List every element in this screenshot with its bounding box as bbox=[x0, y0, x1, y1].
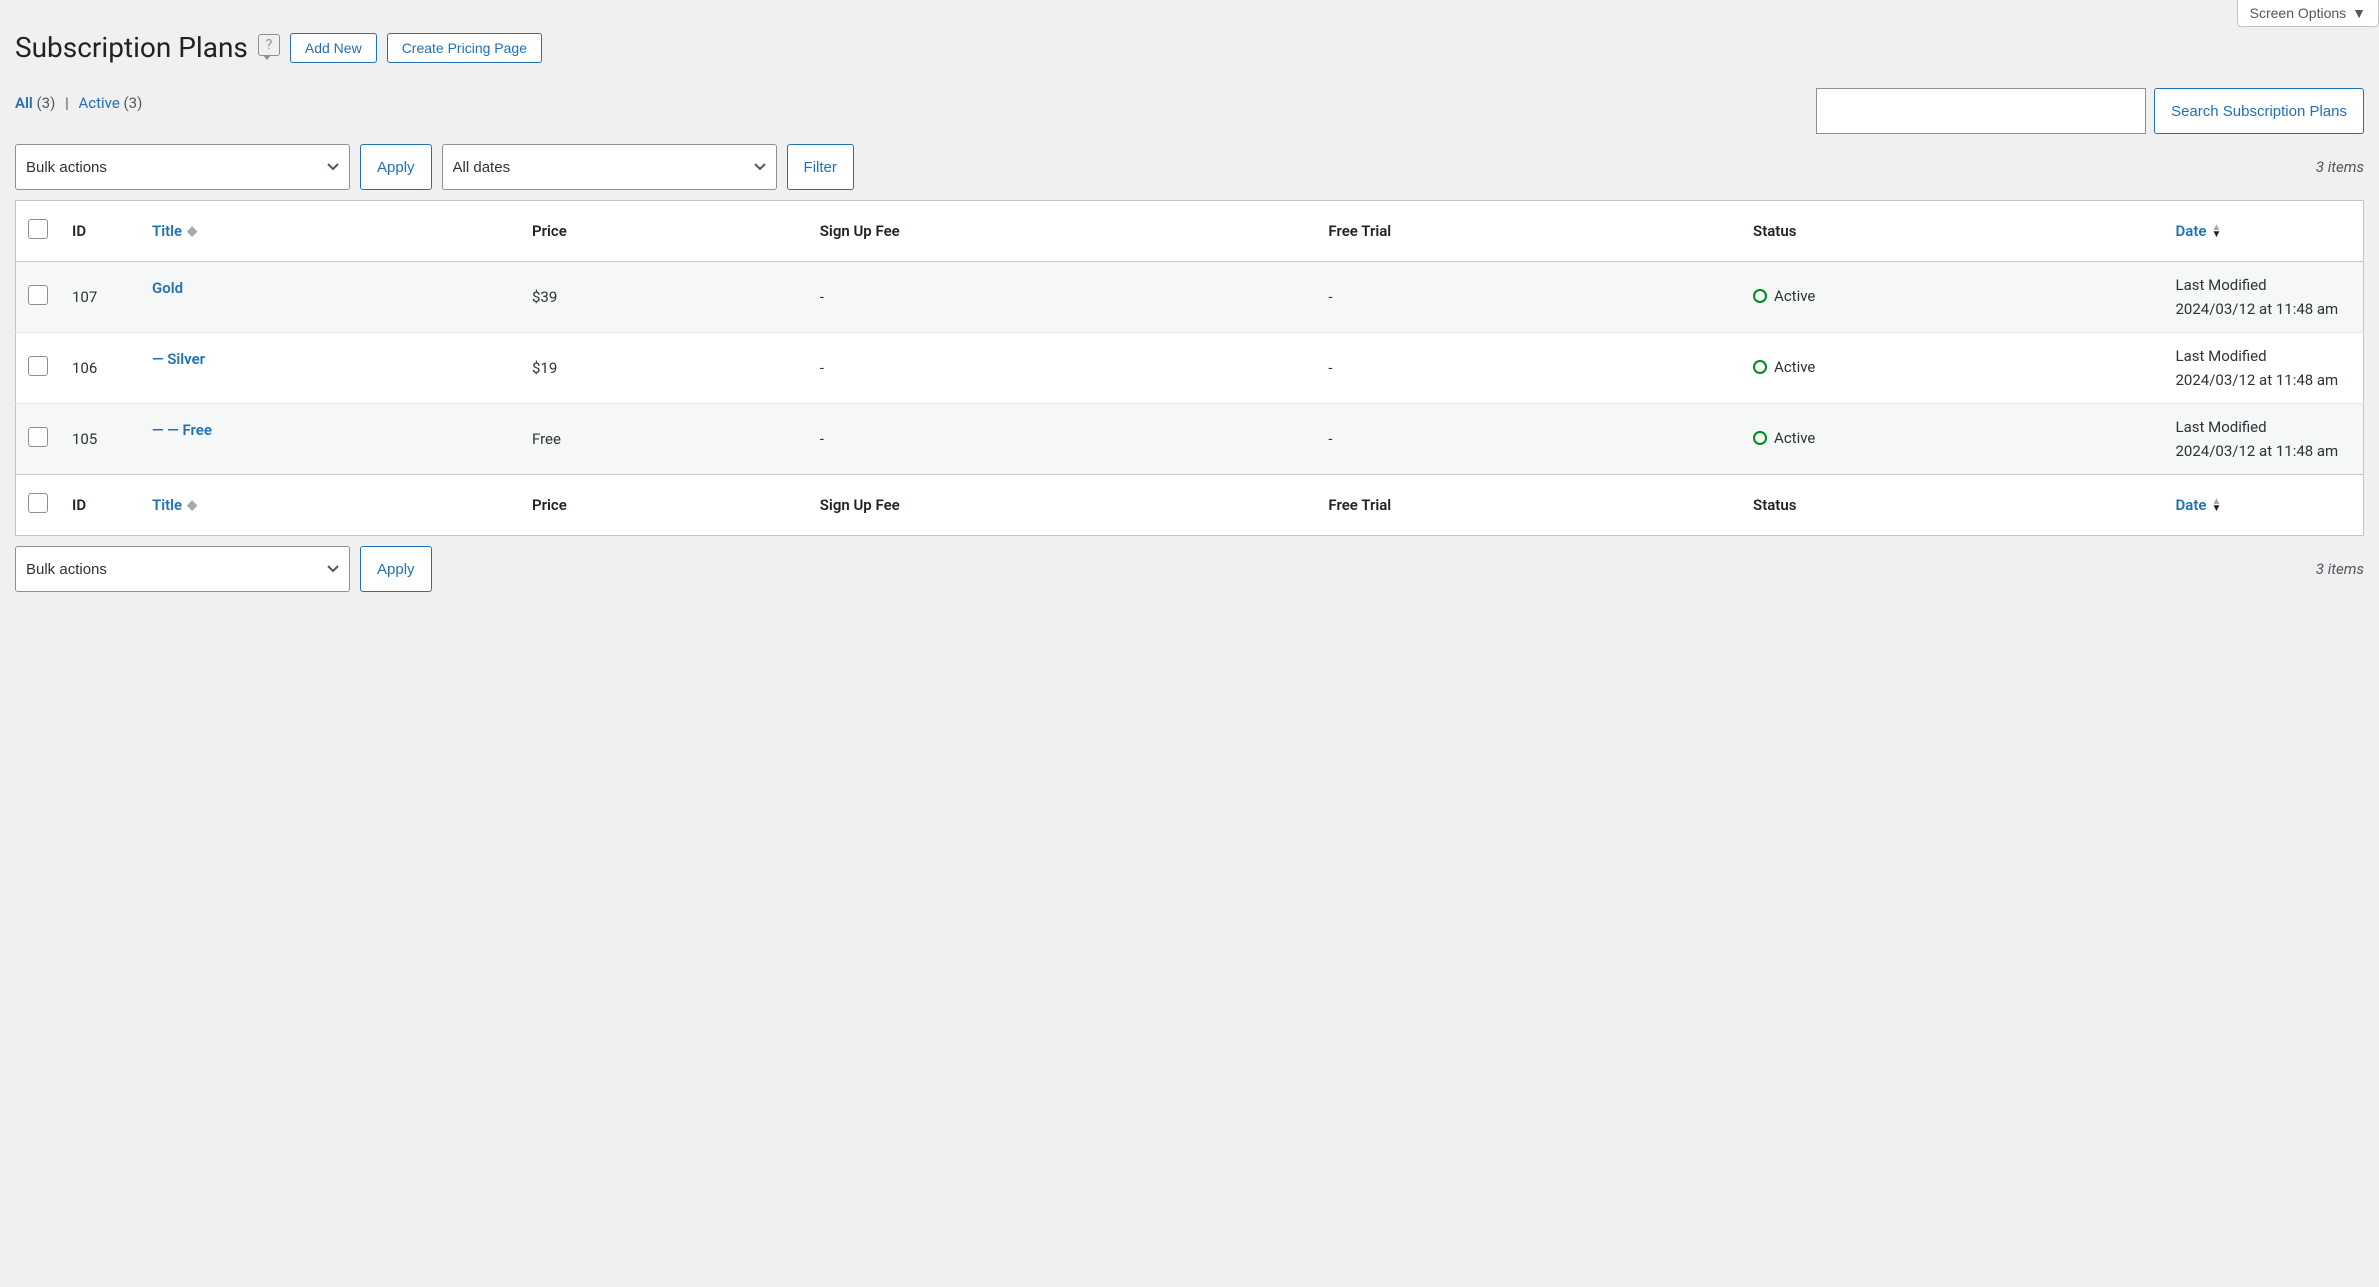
column-status-foot: Status bbox=[1741, 475, 2163, 536]
row-sign-up-fee: - bbox=[808, 262, 1317, 333]
row-checkbox[interactable] bbox=[28, 427, 48, 447]
search-input[interactable] bbox=[1816, 88, 2146, 134]
row-price: Free bbox=[520, 404, 808, 475]
row-checkbox[interactable] bbox=[28, 356, 48, 376]
column-title-sort[interactable]: Title ◆ bbox=[152, 222, 197, 240]
row-id: 106 bbox=[60, 333, 140, 404]
column-sign-up-fee-foot: Sign Up Fee bbox=[808, 475, 1317, 536]
column-price-foot: Price bbox=[520, 475, 808, 536]
filter-all-count: (3) bbox=[37, 94, 56, 112]
row-date: Last Modified2024/03/12 at 11:48 am bbox=[2164, 404, 2364, 475]
row-title-link[interactable]: Gold bbox=[152, 279, 183, 297]
search-button[interactable]: Search Subscription Plans bbox=[2154, 88, 2364, 134]
row-sign-up-fee: - bbox=[808, 404, 1317, 475]
item-count-bottom: 3 items bbox=[2316, 560, 2364, 578]
chevron-down-icon: ▼ bbox=[2352, 5, 2366, 21]
filter-button[interactable]: Filter bbox=[787, 144, 854, 190]
row-title-link[interactable]: — — Free bbox=[152, 421, 212, 439]
apply-button-top[interactable]: Apply bbox=[360, 144, 432, 190]
row-free-trial: - bbox=[1316, 404, 1741, 475]
status-active-icon bbox=[1753, 431, 1767, 445]
column-price: Price bbox=[520, 201, 808, 262]
row-free-trial: - bbox=[1316, 333, 1741, 404]
screen-options-label: Screen Options bbox=[2250, 5, 2347, 21]
row-status: Active bbox=[1753, 358, 1815, 376]
column-date-sort-foot[interactable]: Date ▲▼ bbox=[2176, 496, 2222, 514]
row-status: Active bbox=[1753, 287, 1815, 305]
row-date: Last Modified2024/03/12 at 11:48 am bbox=[2164, 262, 2364, 333]
row-price: $19 bbox=[520, 333, 808, 404]
column-free-trial: Free Trial bbox=[1316, 201, 1741, 262]
row-date: Last Modified2024/03/12 at 11:48 am bbox=[2164, 333, 2364, 404]
column-free-trial-foot: Free Trial bbox=[1316, 475, 1741, 536]
screen-options-button[interactable]: Screen Options ▼ bbox=[2237, 0, 2379, 27]
sort-icon: ◆ bbox=[187, 498, 197, 513]
select-all-checkbox-top[interactable] bbox=[28, 219, 48, 239]
filter-active-count: (3) bbox=[124, 94, 143, 112]
sort-icon: ◆ bbox=[187, 224, 197, 239]
column-sign-up-fee: Sign Up Fee bbox=[808, 201, 1317, 262]
create-pricing-page-button[interactable]: Create Pricing Page bbox=[387, 33, 542, 63]
date-filter-select[interactable]: All dates bbox=[442, 144, 777, 190]
row-id: 107 bbox=[60, 262, 140, 333]
filter-all-link[interactable]: All bbox=[15, 94, 37, 112]
table-row: 106— Silver$19--ActiveLast Modified2024/… bbox=[16, 333, 2364, 404]
status-active-icon bbox=[1753, 289, 1767, 303]
column-id-foot: ID bbox=[60, 475, 140, 536]
table-row: 105— — FreeFree--ActiveLast Modified2024… bbox=[16, 404, 2364, 475]
row-id: 105 bbox=[60, 404, 140, 475]
page-title: Subscription Plans bbox=[15, 31, 248, 64]
help-icon[interactable]: ? bbox=[258, 34, 280, 56]
table-row: 107Gold$39--ActiveLast Modified2024/03/1… bbox=[16, 262, 2364, 333]
column-status: Status bbox=[1741, 201, 2163, 262]
row-status: Active bbox=[1753, 429, 1815, 447]
row-free-trial: - bbox=[1316, 262, 1741, 333]
apply-button-bottom[interactable]: Apply bbox=[360, 546, 432, 592]
column-date-sort[interactable]: Date ▲▼ bbox=[2176, 222, 2222, 240]
item-count-top: 3 items bbox=[2316, 158, 2364, 176]
column-id: ID bbox=[60, 201, 140, 262]
row-sign-up-fee: - bbox=[808, 333, 1317, 404]
row-price: $39 bbox=[520, 262, 808, 333]
row-checkbox[interactable] bbox=[28, 285, 48, 305]
row-title-link[interactable]: — Silver bbox=[152, 350, 205, 368]
bulk-actions-select-bottom[interactable]: Bulk actions bbox=[15, 546, 350, 592]
sort-desc-icon: ▲▼ bbox=[2211, 224, 2221, 238]
select-all-checkbox-bottom[interactable] bbox=[28, 493, 48, 513]
column-title-sort-foot[interactable]: Title ◆ bbox=[152, 496, 197, 514]
status-active-icon bbox=[1753, 360, 1767, 374]
bulk-actions-select-top[interactable]: Bulk actions bbox=[15, 144, 350, 190]
add-new-button[interactable]: Add New bbox=[290, 33, 377, 63]
sort-desc-icon: ▲▼ bbox=[2211, 498, 2221, 512]
subscription-plans-table: ID Title ◆ Price Sign Up Fee Free Trial … bbox=[15, 200, 2364, 536]
filter-separator: | bbox=[65, 94, 69, 112]
filter-active-link[interactable]: Active bbox=[78, 94, 123, 112]
